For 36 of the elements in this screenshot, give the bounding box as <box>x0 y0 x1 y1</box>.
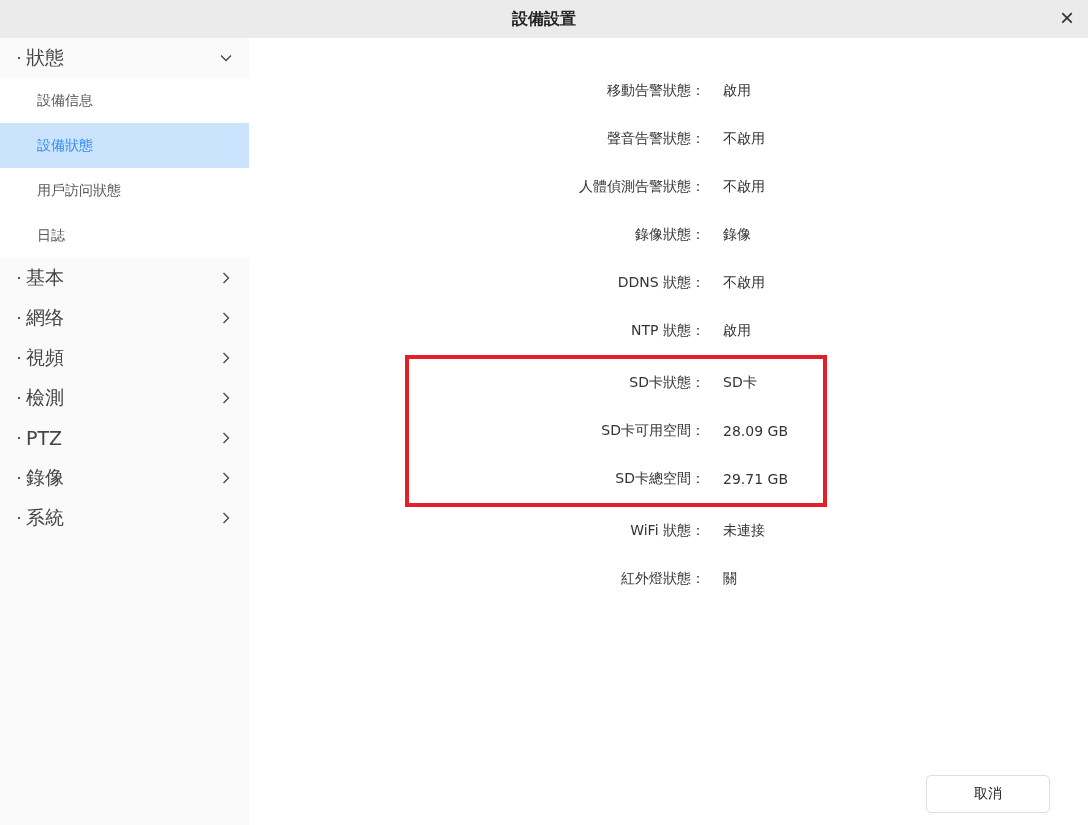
status-label: 人體偵測告警狀態： <box>578 178 706 196</box>
sidebar-group[interactable]: 錄像 <box>0 458 249 498</box>
status-label: WiFi 狀態： <box>629 522 706 540</box>
status-label: 紅外燈狀態： <box>620 570 706 588</box>
status-label: 錄像狀態： <box>634 226 706 244</box>
status-value: 不啟用 <box>723 130 766 148</box>
sidebar-item[interactable]: 日誌 <box>0 213 249 258</box>
status-value: 28.09 GB <box>723 423 789 439</box>
status-value: 不啟用 <box>723 274 766 292</box>
sidebar-group[interactable]: 視頻 <box>0 338 249 378</box>
sidebar-group[interactable]: PTZ <box>0 418 249 458</box>
status-label: NTP 狀態： <box>630 322 706 340</box>
sidebar-item[interactable]: 設備信息 <box>0 78 249 123</box>
sidebar-group[interactable]: 網络 <box>0 298 249 338</box>
sidebar-item[interactable]: 用戶訪问狀態 <box>0 168 249 213</box>
close-button[interactable]: × <box>1056 6 1078 30</box>
status-value: 啟用 <box>723 322 752 340</box>
sidebar-group[interactable]: 檢測 <box>0 378 249 418</box>
status-value: 不啟用 <box>723 178 766 196</box>
status-label: 聲音告警狀態： <box>606 130 706 148</box>
status-label: SD卡狀態： <box>628 374 706 392</box>
status-label: 移動告警狀態： <box>606 82 706 100</box>
status-label: DDNS 狀態： <box>616 274 706 292</box>
status-value: 關 <box>723 570 738 588</box>
status-value: 錄像 <box>723 226 752 244</box>
status-value: 啟用 <box>723 82 752 100</box>
status-label: SD卡總空間： <box>614 470 706 488</box>
sidebar-group[interactable]: 狀態 <box>0 38 249 78</box>
sidebar-group[interactable]: 基本 <box>0 258 249 298</box>
status-value: 29.71 GB <box>723 471 789 487</box>
cancel-button[interactable]: 取消 <box>926 775 1050 813</box>
status-label: SD卡可用空間： <box>600 422 706 440</box>
sidebar-group[interactable]: 系統 <box>0 498 249 538</box>
status-value: 未連接 <box>723 522 766 540</box>
window-title: 設備設置 <box>512 8 576 30</box>
status-value: SD卡 <box>723 374 758 392</box>
